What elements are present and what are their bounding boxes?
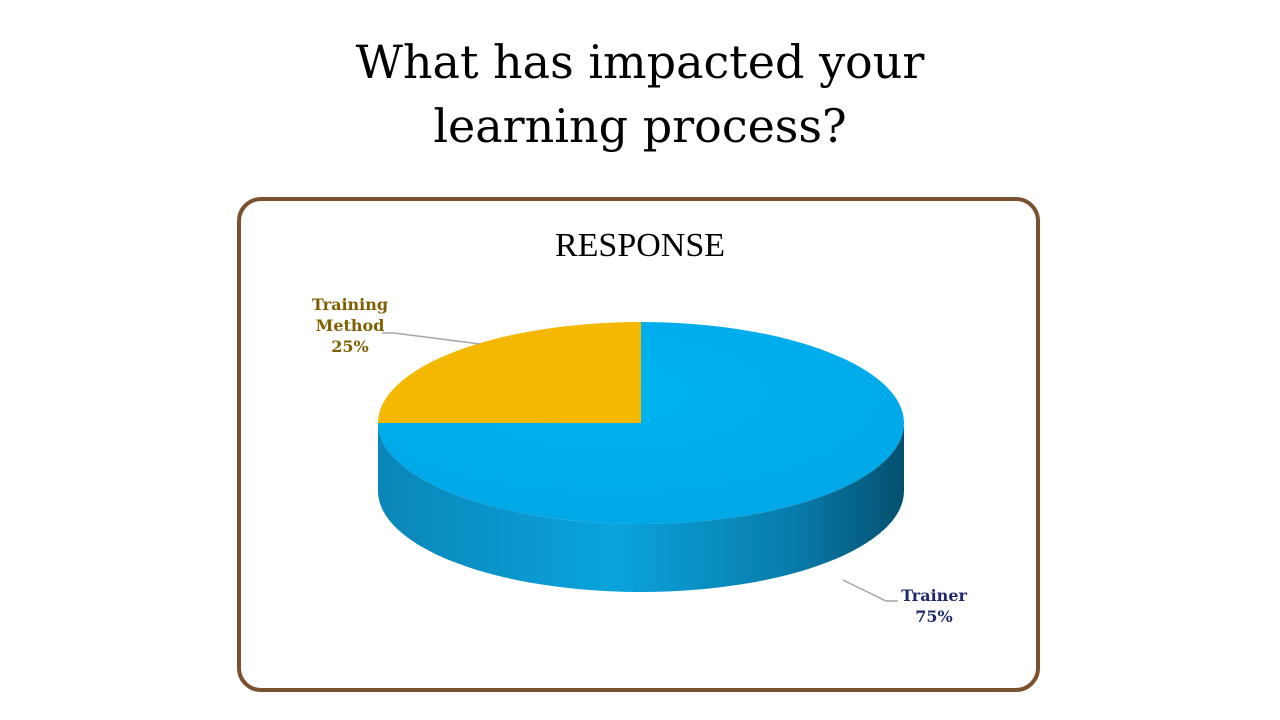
pie-slices bbox=[378, 322, 904, 592]
data-label-training-method: Training Method 25% bbox=[312, 295, 388, 356]
leader-line-trainer bbox=[842, 579, 898, 602]
data-label-trainer: Trainer 75% bbox=[901, 586, 967, 626]
slide: What has impacted your learning process?… bbox=[0, 0, 1280, 720]
leader-line-training-method bbox=[382, 332, 481, 345]
chart-title: RESPONSE bbox=[555, 227, 725, 264]
pie-slice-training-method bbox=[378, 322, 641, 423]
pie-chart: RESPONSE Training Method 25% Trainer 75% bbox=[312, 227, 968, 626]
